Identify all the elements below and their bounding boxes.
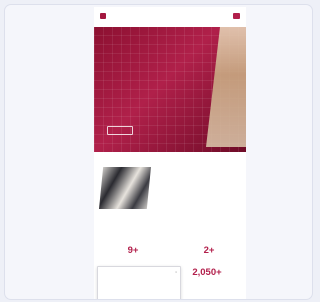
logo-mark-icon	[100, 13, 106, 19]
site-header	[94, 7, 246, 27]
stats-section: 9+ 2+ 2,050+ ×	[94, 214, 246, 300]
close-icon[interactable]: ×	[175, 270, 177, 274]
overview-section	[94, 152, 246, 214]
stat-item: 9+	[120, 246, 146, 256]
screenshot-card: 9+ 2+ 2,050+ ×	[4, 4, 313, 300]
stat-item: 2+	[196, 246, 222, 256]
site-logo[interactable]	[100, 13, 120, 21]
stat-number: 9+	[127, 245, 139, 256]
overview-image	[99, 167, 151, 209]
stat-item: 2,050+	[184, 268, 230, 278]
preferences-button[interactable]	[154, 299, 176, 300]
stat-number: 2,050+	[192, 267, 222, 278]
website-preview: 9+ 2+ 2,050+ ×	[94, 7, 246, 300]
reject-button[interactable]	[128, 299, 150, 300]
stat-number: 2+	[203, 245, 215, 256]
hero-button[interactable]	[107, 126, 133, 135]
cookie-popup: ×	[97, 266, 181, 300]
menu-icon[interactable]	[233, 13, 240, 19]
accept-button[interactable]	[102, 299, 124, 300]
hero-banner	[94, 27, 246, 152]
